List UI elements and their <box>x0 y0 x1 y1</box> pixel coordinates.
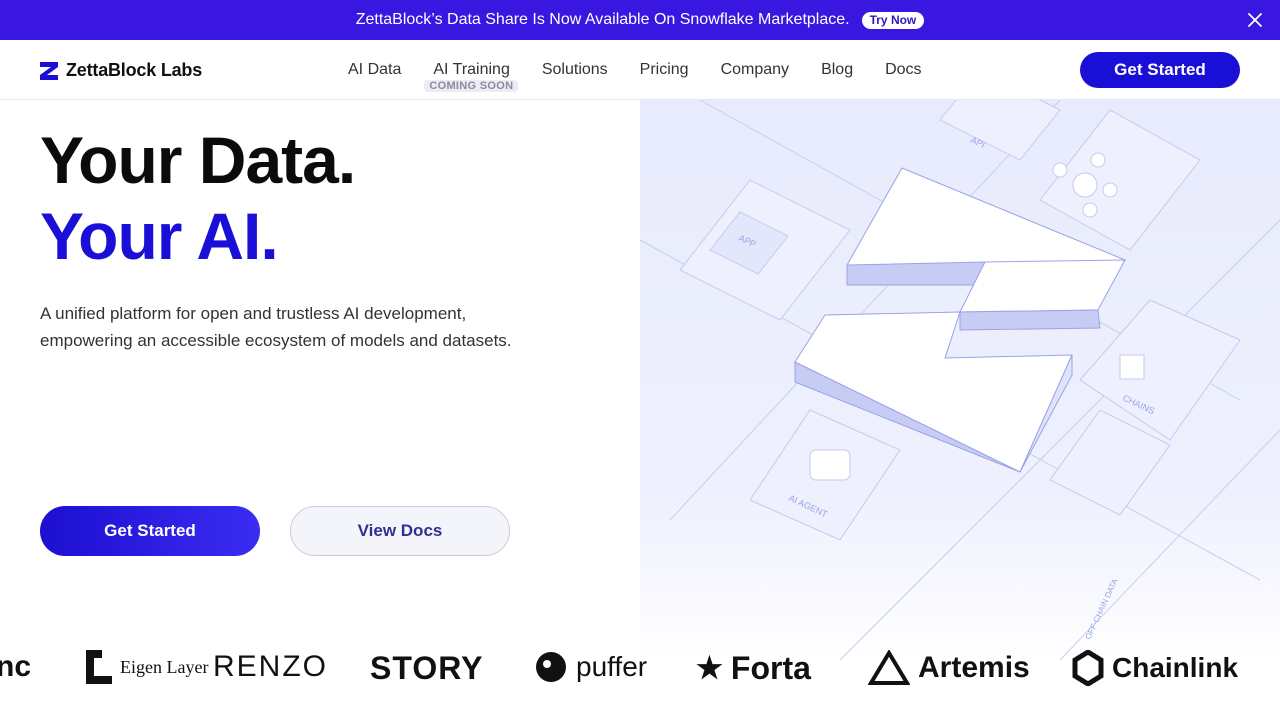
view-docs-button[interactable]: View Docs <box>290 506 510 556</box>
close-icon[interactable] <box>1246 11 1264 29</box>
partner-eigenlayer: Eigen Layer <box>86 650 208 684</box>
panel-ai-agent <box>749 409 901 541</box>
star-icon: ★ <box>696 652 723 685</box>
partner-nc: nc <box>0 650 32 683</box>
nav-item-pricing[interactable]: Pricing <box>640 61 689 79</box>
nav-item-label: AI Training <box>433 61 510 78</box>
zettablock-logo-icon <box>40 61 58 80</box>
nav-item-ai-data[interactable]: AI Data <box>348 61 401 79</box>
isometric-illustration: APP API CHAINS AI AGENT OFF-CHAIN DATA <box>640 100 1280 660</box>
partner-artemis: Artemis <box>868 650 1030 686</box>
eigenlayer-logo-icon <box>86 650 112 684</box>
nav-item-company[interactable]: Company <box>721 61 789 79</box>
panel-api <box>939 100 1061 161</box>
brand-logo[interactable]: ZettaBlock Labs <box>40 60 202 81</box>
artemis-logo-icon <box>868 650 910 685</box>
partner-chainlink: Chainlink <box>1072 650 1238 686</box>
get-started-nav-button[interactable]: Get Started <box>1080 52 1240 88</box>
puffer-logo-icon <box>536 652 566 682</box>
banner-text: ZettaBlock’s Data Share Is Now Available… <box>355 11 850 28</box>
nav-item-ai-training[interactable]: AI Training COMING SOON <box>424 61 519 92</box>
hero-title-line1: Your Data. <box>40 123 356 197</box>
panel-app <box>679 179 851 321</box>
announcement-banner: ZettaBlock’s Data Share Is Now Available… <box>0 0 1280 40</box>
off-chain-data-label: OFF-CHAIN DATA <box>1084 577 1120 641</box>
partner-renzo: RENZO <box>213 650 328 683</box>
coming-soon-badge: COMING SOON <box>424 80 519 92</box>
nav-item-docs[interactable]: Docs <box>885 61 921 79</box>
hero-description: A unified platform for open and trustles… <box>40 304 512 350</box>
chainlink-logo-icon <box>1072 650 1104 686</box>
hero-title-line2: Your AI. <box>40 199 279 273</box>
hero-section: Your Data. Your AI. A unified platform f… <box>40 100 620 556</box>
main-nav: ZettaBlock Labs AI Data AI Training COMI… <box>0 40 1280 100</box>
nav-item-blog[interactable]: Blog <box>821 61 853 79</box>
nav-item-solutions[interactable]: Solutions <box>542 61 608 79</box>
partner-puffer: puffer <box>534 650 647 684</box>
nav-menu: AI Data AI Training COMING SOON Solution… <box>348 61 922 92</box>
brand-name: ZettaBlock Labs <box>66 60 203 80</box>
partner-story: STORY <box>370 650 484 686</box>
hero-illustration: APP API CHAINS AI AGENT OFF-CHAIN DATA <box>640 100 1280 660</box>
panel-network <box>1039 109 1201 251</box>
get-started-button[interactable]: Get Started <box>40 506 260 556</box>
partner-forta: ★ Forta <box>696 650 811 686</box>
try-now-button[interactable]: Try Now <box>861 11 925 29</box>
